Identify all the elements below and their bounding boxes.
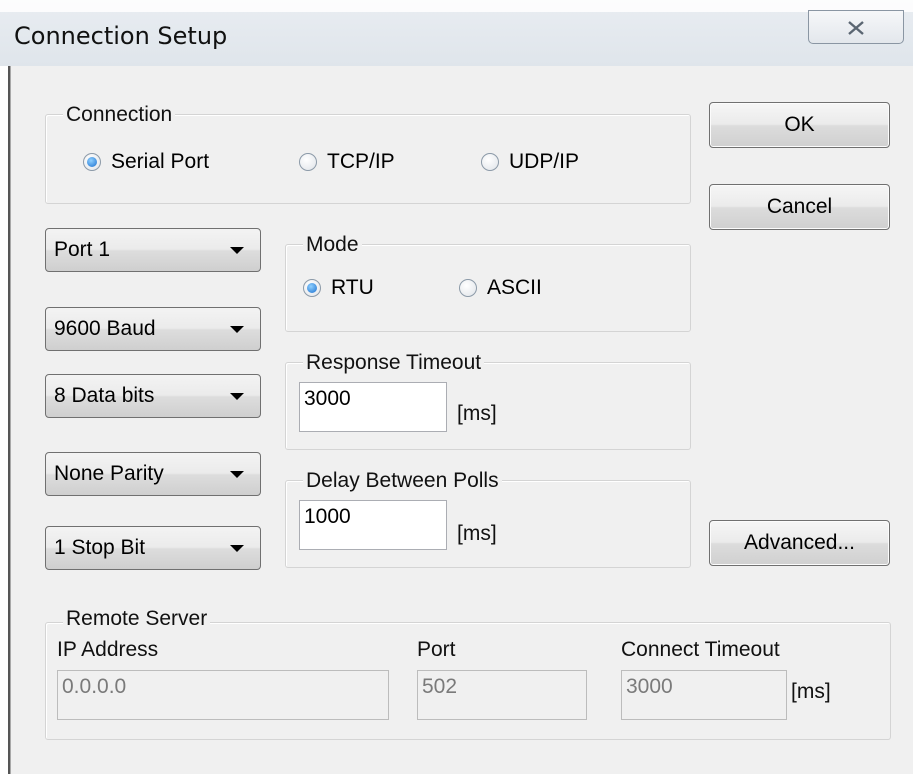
connect-timeout-label: Connect Timeout [621,638,780,661]
dialog-body: Connection Serial Port TCP/IP UDP/IP OK … [10,66,913,774]
chevron-down-icon [230,326,244,333]
remote-server-label: Remote Server [63,608,211,630]
data-bits-select-value: 8 Data bits [54,384,155,407]
response-timeout-unit: [ms] [457,402,497,425]
ip-address-label: IP Address [57,638,159,661]
parity-select-value: None Parity [54,462,164,485]
radio-tcp-ip[interactable]: TCP/IP [299,150,395,174]
stop-bits-select-value: 1 Stop Bit [54,536,146,559]
delay-between-polls-input[interactable]: 1000 [299,500,447,550]
connection-group-label: Connection [63,104,176,126]
radio-ascii[interactable]: ASCII [459,276,542,300]
window-title: Connection Setup [14,22,228,50]
radio-tcp-ip-label: TCP/IP [327,150,395,173]
baud-select[interactable]: 9600 Baud [45,307,261,351]
radio-ascii-indicator [459,279,477,297]
port-input[interactable]: 502 [417,670,587,720]
delay-between-polls-label: Delay Between Polls [303,470,502,492]
port-label: Port [417,638,456,661]
connect-timeout-input[interactable]: 3000 [621,670,787,720]
radio-rtu-indicator [303,279,321,297]
radio-rtu-label: RTU [331,276,374,299]
close-button[interactable] [808,10,904,44]
chevron-down-icon [230,247,244,254]
cancel-button[interactable]: Cancel [709,184,890,230]
radio-udp-ip-label: UDP/IP [509,150,580,173]
ok-button[interactable]: OK [709,102,890,148]
radio-serial-port-label: Serial Port [111,150,210,173]
response-timeout-label: Response Timeout [303,352,485,374]
radio-serial-port-indicator [83,153,101,171]
ip-address-input[interactable]: 0.0.0.0 [57,670,389,720]
radio-udp-ip-indicator [481,153,499,171]
mode-group-label: Mode [303,234,362,256]
radio-ascii-label: ASCII [487,276,542,299]
radio-serial-port[interactable]: Serial Port [83,150,209,174]
port-select-value: Port 1 [54,238,111,261]
data-bits-select[interactable]: 8 Data bits [45,374,261,418]
port-select[interactable]: Port 1 [45,228,261,272]
close-icon [848,21,864,35]
connect-timeout-unit: [ms] [791,680,831,703]
response-timeout-input[interactable]: 3000 [299,382,447,432]
title-bar: Connection Setup [0,0,913,66]
chevron-down-icon [230,393,244,400]
parity-select[interactable]: None Parity [45,452,261,496]
delay-between-polls-unit: [ms] [457,522,497,545]
chevron-down-icon [230,545,244,552]
radio-udp-ip[interactable]: UDP/IP [481,150,579,174]
chevron-down-icon [230,471,244,478]
baud-select-value: 9600 Baud [54,317,156,340]
radio-tcp-ip-indicator [299,153,317,171]
stop-bits-select[interactable]: 1 Stop Bit [45,526,261,570]
advanced-button[interactable]: Advanced... [709,520,890,566]
radio-rtu[interactable]: RTU [303,276,374,300]
